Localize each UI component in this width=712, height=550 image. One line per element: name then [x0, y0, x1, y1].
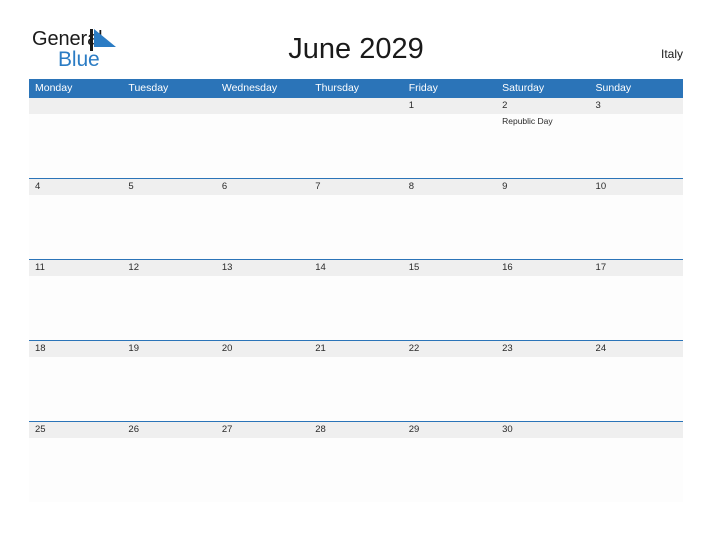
day-cell[interactable] — [309, 438, 402, 501]
day-content-row — [29, 195, 683, 258]
day-cell[interactable] — [496, 276, 589, 339]
day-number[interactable]: 5 — [122, 179, 215, 195]
day-number[interactable]: 28 — [309, 422, 402, 438]
day-number[interactable]: 21 — [309, 341, 402, 357]
day-cell[interactable] — [216, 357, 309, 420]
day-cell[interactable] — [309, 195, 402, 258]
day-cell[interactable] — [403, 357, 496, 420]
day-cell[interactable] — [309, 276, 402, 339]
day-number[interactable]: 29 — [403, 422, 496, 438]
country-label: Italy — [660, 47, 683, 61]
day-number[interactable]: 24 — [590, 341, 683, 357]
day-cell[interactable]: Republic Day — [496, 114, 589, 177]
day-number[interactable] — [216, 98, 309, 114]
weekday-header-saturday: Saturday — [502, 82, 545, 94]
calendar-page: General Blue June 2029 Italy Monday Tues… — [0, 0, 712, 550]
day-cell[interactable] — [309, 357, 402, 420]
day-number[interactable]: 23 — [496, 341, 589, 357]
day-content-row — [29, 438, 683, 501]
day-number[interactable]: 20 — [216, 341, 309, 357]
day-number[interactable]: 27 — [216, 422, 309, 438]
day-content-row: Republic Day — [29, 114, 683, 177]
weekday-header-wednesday: Wednesday — [221, 82, 278, 94]
weekday-header-row: Monday Tuesday Wednesday Thursday Friday… — [29, 79, 683, 97]
weekday-header-tuesday: Tuesday — [128, 82, 169, 94]
week-row: 11 12 13 14 15 16 17 — [29, 259, 683, 340]
day-cell[interactable] — [29, 438, 122, 501]
day-number[interactable]: 11 — [29, 260, 122, 276]
day-number[interactable]: 15 — [403, 260, 496, 276]
day-number[interactable]: 3 — [590, 98, 683, 114]
week-row: 4 5 6 7 8 9 10 — [29, 178, 683, 259]
page-header: General Blue June 2029 Italy — [0, 0, 712, 71]
day-number[interactable]: 6 — [216, 179, 309, 195]
day-content-row — [29, 357, 683, 420]
day-number[interactable]: 19 — [122, 341, 215, 357]
day-cell[interactable] — [590, 114, 683, 177]
day-number[interactable] — [590, 422, 683, 438]
day-number-band: 18 19 20 21 22 23 24 — [29, 341, 683, 357]
day-number[interactable]: 7 — [309, 179, 402, 195]
day-cell[interactable] — [590, 195, 683, 258]
day-event: Republic Day — [502, 116, 553, 126]
day-number-band: 1 2 3 — [29, 98, 683, 114]
day-number[interactable]: 22 — [403, 341, 496, 357]
week-row: 25 26 27 28 29 30 — [29, 421, 683, 502]
calendar-grid: Monday Tuesday Wednesday Thursday Friday… — [29, 79, 683, 502]
day-cell[interactable] — [403, 114, 496, 177]
day-number[interactable]: 4 — [29, 179, 122, 195]
day-number-band: 25 26 27 28 29 30 — [29, 422, 683, 438]
day-cell[interactable] — [496, 357, 589, 420]
page-title: June 2029 — [288, 33, 424, 65]
day-cell[interactable] — [590, 438, 683, 501]
day-number[interactable]: 14 — [309, 260, 402, 276]
day-number[interactable]: 17 — [590, 260, 683, 276]
day-cell[interactable] — [216, 438, 309, 501]
day-number[interactable]: 26 — [122, 422, 215, 438]
weekday-header-friday: Friday — [408, 82, 438, 94]
day-number-band: 11 12 13 14 15 16 17 — [29, 260, 683, 276]
day-number[interactable]: 1 — [403, 98, 496, 114]
day-cell[interactable] — [216, 195, 309, 258]
day-number[interactable]: 2 — [496, 98, 589, 114]
day-number[interactable]: 8 — [403, 179, 496, 195]
day-cell[interactable] — [122, 276, 215, 339]
day-cell[interactable] — [309, 114, 402, 177]
day-cell[interactable] — [590, 276, 683, 339]
day-number-band: 4 5 6 7 8 9 10 — [29, 179, 683, 195]
day-cell[interactable] — [403, 276, 496, 339]
day-cell[interactable] — [29, 195, 122, 258]
day-number[interactable]: 9 — [496, 179, 589, 195]
day-number[interactable] — [122, 98, 215, 114]
day-content-row — [29, 276, 683, 339]
day-cell[interactable] — [496, 195, 589, 258]
day-number[interactable]: 16 — [496, 260, 589, 276]
day-number[interactable] — [309, 98, 402, 114]
day-cell[interactable] — [29, 114, 122, 177]
weekday-header-thursday: Thursday — [315, 82, 360, 94]
day-cell[interactable] — [122, 114, 215, 177]
day-cell[interactable] — [590, 357, 683, 420]
day-number[interactable]: 10 — [590, 179, 683, 195]
week-row: 18 19 20 21 22 23 24 — [29, 340, 683, 421]
day-cell[interactable] — [122, 438, 215, 501]
day-cell[interactable] — [403, 438, 496, 501]
day-number[interactable] — [29, 98, 122, 114]
day-cell[interactable] — [216, 114, 309, 177]
day-number[interactable]: 25 — [29, 422, 122, 438]
day-cell[interactable] — [496, 438, 589, 501]
week-row: 1 2 3 Republic Day — [29, 97, 683, 178]
day-number[interactable]: 30 — [496, 422, 589, 438]
day-cell[interactable] — [216, 276, 309, 339]
day-cell[interactable] — [122, 357, 215, 420]
weekday-header-sunday: Sunday — [595, 82, 632, 94]
day-cell[interactable] — [29, 276, 122, 339]
day-number[interactable]: 13 — [216, 260, 309, 276]
weekday-header-monday: Monday — [35, 82, 73, 94]
day-cell[interactable] — [403, 195, 496, 258]
day-cell[interactable] — [122, 195, 215, 258]
day-cell[interactable] — [29, 357, 122, 420]
day-number[interactable]: 18 — [29, 341, 122, 357]
day-number[interactable]: 12 — [122, 260, 215, 276]
